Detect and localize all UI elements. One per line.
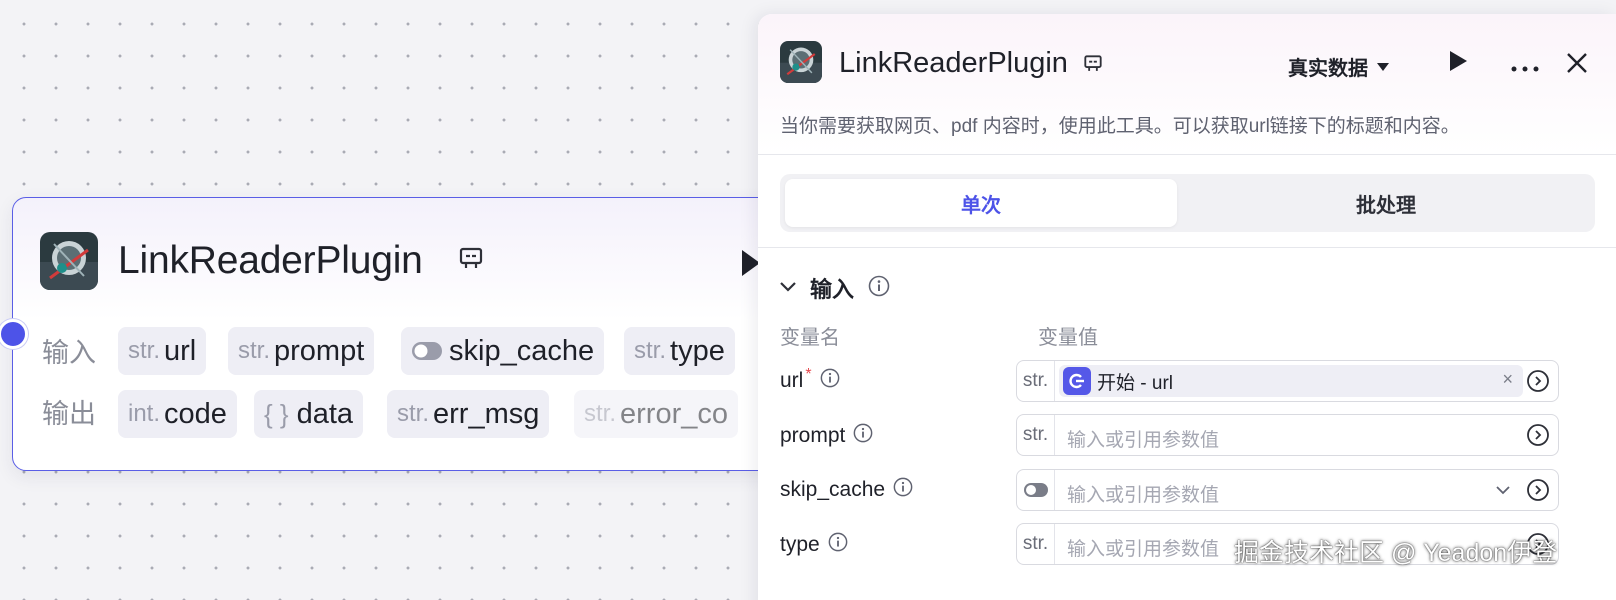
skip-cache-field[interactable]: 输入或引用参数值 bbox=[1016, 469, 1559, 511]
placeholder: 输入或引用参数值 bbox=[1067, 430, 1220, 451]
caret-down-icon bbox=[1376, 55, 1390, 78]
param-name: err_msg bbox=[433, 397, 540, 430]
type-label: int. bbox=[128, 400, 161, 427]
column-header-value: 变量值 bbox=[1038, 327, 1098, 349]
run-icon[interactable] bbox=[1448, 50, 1468, 77]
watermark: 掘金技术社区 @ Yeadon伊登 bbox=[1234, 539, 1558, 567]
data-mode-label: 真实数据 bbox=[1288, 58, 1368, 80]
type-label: str. bbox=[584, 400, 617, 427]
param-name: type bbox=[780, 533, 820, 556]
reference-variable-icon[interactable] bbox=[1526, 369, 1550, 398]
reference-variable-icon[interactable] bbox=[1526, 478, 1550, 507]
tab-single[interactable]: 单次 bbox=[785, 179, 1177, 227]
node-output-chip: str. err_msg bbox=[387, 390, 550, 438]
plugin-icon bbox=[458, 246, 484, 277]
close-icon[interactable] bbox=[1566, 52, 1588, 79]
input-section-toggle[interactable]: 输入 bbox=[780, 272, 890, 304]
plugin-avatar bbox=[780, 41, 822, 83]
info-icon[interactable] bbox=[828, 532, 848, 558]
info-icon[interactable] bbox=[853, 423, 873, 449]
divider bbox=[758, 247, 1616, 248]
param-name: skip_cache bbox=[780, 478, 886, 501]
clear-icon[interactable]: × bbox=[1502, 369, 1513, 390]
node-title: LinkReaderPlugin bbox=[118, 239, 423, 282]
info-icon[interactable] bbox=[820, 368, 840, 394]
prompt-field[interactable]: str. 输入或引用参数值 bbox=[1016, 414, 1559, 456]
run-mode-tabs: 单次 批处理 bbox=[780, 174, 1595, 232]
param-label-skip-cache: skip_cache bbox=[780, 477, 913, 503]
type-label: str. bbox=[128, 337, 161, 364]
info-icon[interactable] bbox=[868, 275, 890, 302]
node-input-chip: skip_cache bbox=[401, 327, 605, 375]
param-label-prompt: prompt bbox=[780, 423, 873, 449]
param-label-url: url * bbox=[780, 366, 840, 394]
placeholder: 输入或引用参数值 bbox=[1067, 485, 1220, 506]
type-label: str. bbox=[1017, 524, 1055, 564]
param-name: url bbox=[164, 334, 197, 367]
panel-title: LinkReaderPlugin bbox=[839, 47, 1068, 79]
panel-header: LinkReaderPlugin 真实数据 当你需要获取网页、pdf 内容时，使… bbox=[758, 14, 1616, 155]
toggle-icon bbox=[1017, 470, 1055, 510]
chevron-down-icon bbox=[780, 279, 796, 297]
type-label: str. bbox=[1017, 415, 1055, 455]
param-name: url bbox=[780, 369, 804, 392]
data-mode-select[interactable]: 真实数据 bbox=[1288, 52, 1390, 81]
node-output-chip: { } data bbox=[254, 390, 364, 438]
type-label: str. bbox=[1017, 361, 1055, 401]
reference-tag[interactable]: 开始 - url × bbox=[1059, 365, 1523, 397]
info-icon[interactable] bbox=[893, 477, 913, 503]
tab-batch[interactable]: 批处理 bbox=[1190, 179, 1582, 227]
param-name: data bbox=[296, 397, 354, 430]
toggle-icon bbox=[411, 341, 443, 361]
node-debug-panel: LinkReaderPlugin 真实数据 当你需要获取网页、pdf 内容时，使… bbox=[758, 14, 1616, 600]
plugin-avatar bbox=[40, 232, 98, 290]
param-name: prompt bbox=[274, 334, 365, 367]
type-label: str. bbox=[238, 337, 271, 364]
url-field[interactable]: str. 开始 - url × bbox=[1016, 360, 1559, 402]
param-name: prompt bbox=[780, 424, 846, 447]
type-label: { } bbox=[264, 398, 289, 429]
start-node-icon bbox=[1063, 367, 1091, 395]
more-icon[interactable] bbox=[1511, 59, 1539, 77]
type-label: str. bbox=[634, 337, 667, 364]
column-header-name: 变量名 bbox=[780, 327, 840, 349]
param-name: error_co bbox=[620, 397, 729, 430]
section-title: 输入 bbox=[810, 277, 855, 302]
node-input-chip: str. prompt bbox=[228, 327, 375, 375]
param-name: code bbox=[164, 397, 227, 430]
node-inputs-label: 输入 bbox=[42, 338, 96, 368]
node-output-chip: str. error_co bbox=[574, 390, 739, 438]
reference-value: 开始 - url bbox=[1097, 372, 1174, 394]
required-mark: * bbox=[805, 366, 812, 383]
node-output-chip: int. code bbox=[118, 390, 237, 438]
type-label: str. bbox=[397, 400, 430, 427]
param-name: type bbox=[670, 334, 725, 367]
node-outputs-label: 输出 bbox=[42, 399, 96, 429]
param-label-type: type bbox=[780, 532, 848, 558]
param-name: skip_cache bbox=[449, 334, 595, 367]
chevron-down-icon[interactable] bbox=[1496, 482, 1510, 500]
placeholder: 输入或引用参数值 bbox=[1067, 539, 1220, 560]
plugin-icon bbox=[1083, 54, 1103, 79]
reference-variable-icon[interactable] bbox=[1526, 423, 1550, 452]
plugin-description: 当你需要获取网页、pdf 内容时，使用此工具。可以获取url链接下的标题和内容。 bbox=[780, 116, 1460, 137]
node-input-chip: str. type bbox=[624, 327, 735, 375]
node-input-chip: str. url bbox=[118, 327, 207, 375]
